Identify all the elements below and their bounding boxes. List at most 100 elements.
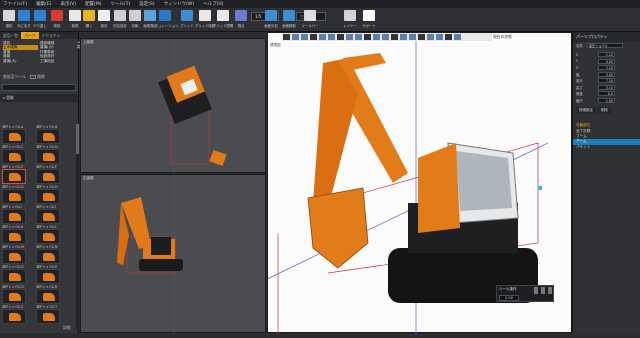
ribbon-button[interactable]: 削除 (50, 10, 64, 30)
property-input[interactable]: 0.0 (598, 91, 615, 97)
tab-texture[interactable]: テクスチャ (39, 32, 64, 39)
ribbon-button[interactable]: ツールバー (302, 10, 318, 30)
ribbon-button[interactable]: 新規 (68, 10, 82, 30)
view-tool-icon[interactable] (382, 34, 389, 40)
tree-item[interactable]: 重機(大) (3, 59, 38, 63)
thumb-3[interactable] (547, 286, 553, 295)
part-tile[interactable]: 油圧ショベルR (36, 284, 66, 306)
part-tile[interactable]: 油圧ショベルC (2, 144, 32, 166)
property-input[interactable]: 0.00 (598, 58, 615, 64)
property-input[interactable]: 3.50 (598, 71, 615, 77)
part-tile[interactable]: 油圧ショベルD (36, 144, 66, 166)
tab-detail[interactable]: 詳細設定 (576, 106, 596, 114)
ribbon-label: 印刷 (131, 24, 139, 28)
tree-item[interactable]: 工事用品 (40, 59, 75, 63)
thumb-1[interactable] (533, 286, 539, 295)
part-tile[interactable]: 油圧ショベルE (2, 164, 32, 186)
ribbon-button[interactable]: レイヤー (343, 10, 357, 30)
properties-panel: パーツプロパティ 名前 油圧ショベル X 1.25 Y 0.00 Z 2.10 幅 3.50 奥… (572, 32, 640, 333)
menu-item[interactable]: 設定(S) (139, 1, 154, 7)
property-input[interactable]: 1.00 (598, 97, 615, 103)
part-tile[interactable]: 油圧ショベルB (36, 124, 66, 146)
ribbon-button[interactable]: シミュレーション (152, 10, 179, 30)
view-tool-icon[interactable] (346, 34, 353, 40)
part-tile[interactable]: 油圧ショベルL (36, 224, 66, 246)
viewport-top[interactable]: 上面図 (80, 38, 266, 174)
property-input[interactable]: 1.25 (598, 52, 615, 58)
part-tile[interactable]: 油圧ショベルJ (36, 204, 66, 226)
view-tool-icon[interactable] (427, 34, 434, 40)
ribbon-button[interactable]: グリッド (180, 10, 194, 30)
view-tool-icon[interactable] (319, 34, 326, 40)
property-input[interactable]: 3.10 (598, 84, 615, 90)
ribbon-button[interactable]: 印刷 (128, 10, 142, 30)
tool-value-input[interactable]: 0.00 (499, 295, 519, 301)
part-tile[interactable]: 油圧ショベルQ (2, 284, 32, 306)
part-tile[interactable]: 油圧ショベルP (36, 264, 66, 286)
part-tile[interactable]: 油圧ショベルM (2, 244, 32, 266)
part-tile-label: 油圧ショベルJ (36, 205, 57, 208)
tab-parts[interactable]: パーツ (21, 32, 39, 39)
filter-checkbox[interactable] (30, 75, 36, 79)
part-tile[interactable]: 油圧ショベルF (36, 164, 66, 186)
part-tile[interactable]: 油圧ショベルI (2, 204, 32, 226)
ribbon-button[interactable]: 画面分割 (264, 10, 278, 30)
name-input[interactable]: 油圧ショベル (586, 42, 623, 48)
view-tool-icon[interactable] (364, 34, 371, 40)
tab-parts-list[interactable]: 部品一覧 (0, 32, 21, 39)
ribbon-button[interactable]: 選択 (2, 10, 16, 30)
ribbon-label: グリッド間隔 (212, 24, 234, 28)
viewport-front[interactable]: 正面図 (80, 174, 266, 334)
ribbon-button[interactable]: グリッド吸着 (195, 10, 215, 30)
menu-item[interactable]: ファイル(F) (3, 1, 27, 7)
part-tile[interactable]: 油圧ショベルK (2, 224, 32, 246)
part-tile[interactable]: 油圧ショベルS (2, 304, 32, 326)
property-input[interactable]: 7.20 (598, 78, 615, 84)
ribbon-button[interactable]: サポート (362, 10, 376, 30)
search-input[interactable] (2, 84, 76, 91)
view-tool-icon[interactable] (409, 34, 416, 40)
tab-delete[interactable]: 削除 (598, 106, 611, 114)
part-tile[interactable]: 油圧ショベルO (2, 264, 32, 286)
menu-item[interactable]: 編集(E) (36, 1, 51, 7)
view-tool-icon[interactable] (400, 34, 407, 40)
part-tile[interactable]: 油圧ショベルA (2, 124, 32, 146)
view-tool-icon[interactable] (436, 34, 443, 40)
part-tile[interactable]: 油圧ショベルH (36, 184, 66, 206)
part-tile[interactable]: 油圧ショベルT (36, 304, 66, 326)
menu-item[interactable]: ヘルプ(H) (203, 1, 223, 7)
property-input[interactable]: 2.10 (598, 65, 615, 71)
view-tool-icon[interactable] (355, 34, 362, 40)
ribbon-icon (129, 10, 141, 21)
view-tool-icon[interactable] (301, 34, 308, 40)
view-tool-icon[interactable] (328, 34, 335, 40)
ribbon-button[interactable]: やり直し (33, 10, 47, 30)
ribbon-button[interactable]: 画面移動 (282, 10, 296, 30)
view-tool-icon[interactable] (292, 34, 299, 40)
ribbon-button[interactable]: グリッド間隔 (212, 10, 234, 30)
view-tool-icon[interactable] (283, 34, 290, 40)
ribbon-button[interactable]: 別名保存 (113, 10, 127, 30)
ribbon-icon (18, 10, 30, 21)
menu-item[interactable]: 配置(M) (85, 1, 101, 7)
view-tool-icon[interactable] (454, 34, 461, 40)
menu-item[interactable]: ツール(T) (110, 1, 130, 7)
thumb-2[interactable] (540, 286, 546, 295)
scrollbar[interactable] (76, 124, 79, 329)
part-tile[interactable]: 油圧ショベルN (36, 244, 66, 266)
view-tool-icon[interactable] (445, 34, 452, 40)
view-tool-icon[interactable] (337, 34, 344, 40)
view-tool-icon[interactable] (391, 34, 398, 40)
ribbon-button[interactable]: 開く (82, 10, 96, 30)
ribbon-button[interactable]: 保存 (97, 10, 111, 30)
ribbon-button[interactable]: 元に戻す (17, 10, 31, 30)
menu-item[interactable]: 表示(V) (60, 1, 76, 7)
part-tile[interactable]: 油圧ショベルG (2, 184, 32, 206)
view-tool-icon[interactable] (418, 34, 425, 40)
view-tool-icon[interactable] (373, 34, 380, 40)
menu-item[interactable]: ウィンドウ(W) (164, 1, 194, 7)
view-tool-icon[interactable] (310, 34, 317, 40)
visibility-item[interactable]: バケット (573, 145, 640, 150)
detail-link[interactable]: 詳細 (60, 324, 74, 332)
ribbon-button[interactable]: 視点 (234, 10, 248, 30)
